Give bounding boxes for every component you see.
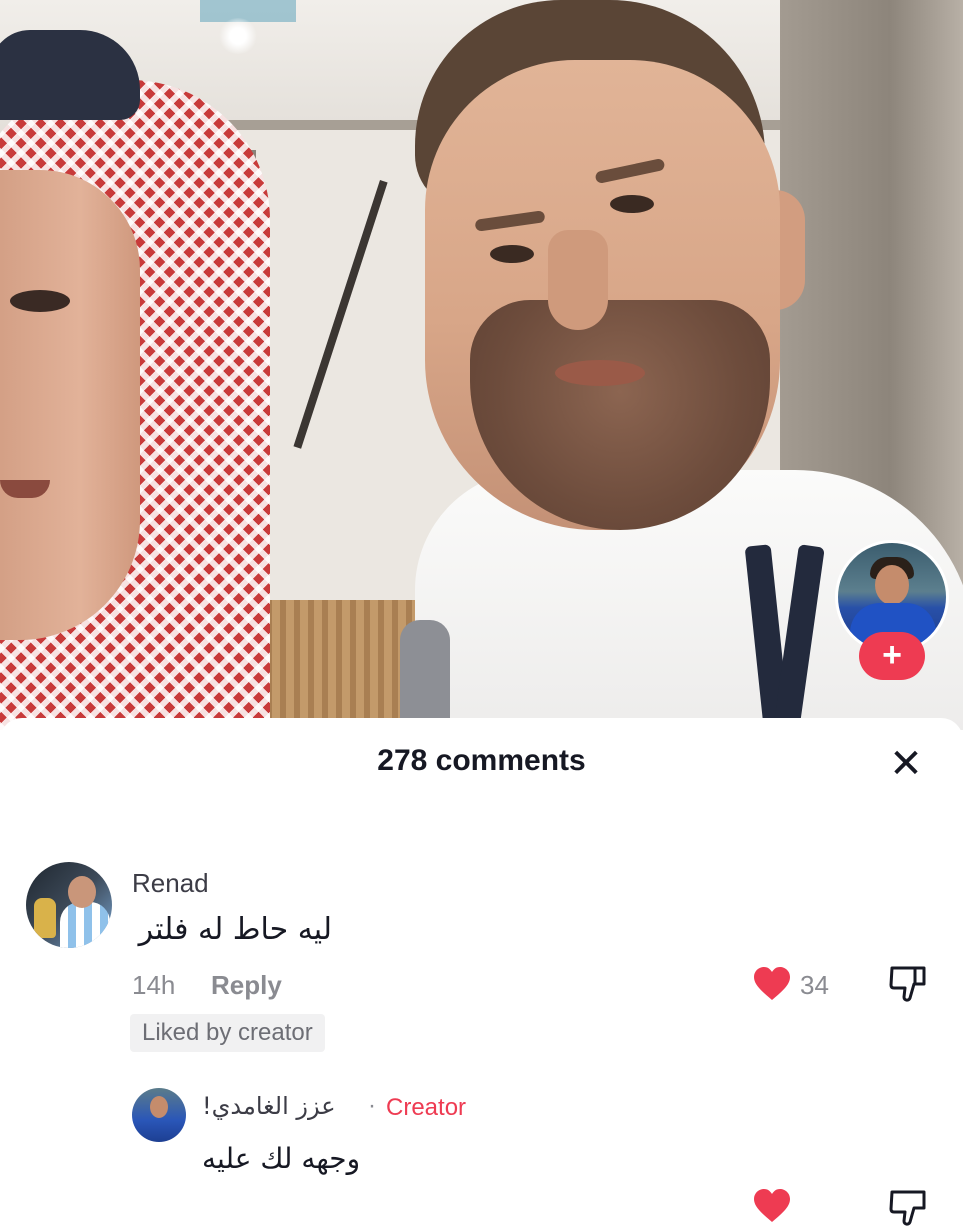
separator-dot: · [368, 1092, 376, 1119]
heart-icon [754, 967, 790, 1000]
like-count: 34 [800, 970, 829, 1000]
comments-count-title: 278 comments [377, 744, 586, 777]
ceiling-light [218, 18, 258, 54]
avatar-head [150, 1096, 168, 1118]
right-person-eye [610, 195, 654, 213]
right-person-eye [490, 245, 534, 263]
left-person-cap [0, 30, 140, 120]
left-person-face [0, 170, 140, 640]
heart-icon[interactable] [752, 1188, 792, 1224]
dislike-icon[interactable] [886, 962, 930, 1006]
avatar-head [875, 565, 909, 605]
reply-text: وجهه لك عليه [202, 1142, 361, 1175]
creator-tag: Creator [386, 1094, 467, 1121]
right-person-nose [548, 230, 608, 330]
avatar-shirt [60, 902, 110, 948]
comment-text: ليه حاط له فلتر [138, 912, 332, 947]
reply-button[interactable]: Reply [211, 970, 282, 1001]
bag-strap [400, 620, 450, 730]
comment-username[interactable]: Renad [132, 868, 209, 899]
ceiling-sign [200, 0, 296, 22]
comments-sheet: 278 comments ✕ Renad ليه حاط له فلتر 14h… [0, 718, 963, 1226]
avatar-head [68, 876, 96, 908]
reply-avatar[interactable] [132, 1088, 186, 1142]
reply-username[interactable]: عزز الغامدي! [202, 1092, 336, 1120]
right-person-mouth [555, 360, 645, 386]
trophy-icon [34, 898, 56, 938]
left-person-eye [10, 290, 70, 312]
follow-button[interactable]: + [859, 632, 925, 680]
commenter-avatar[interactable] [26, 862, 112, 948]
dislike-icon[interactable] [886, 1186, 930, 1230]
comment-time: 14h [132, 970, 176, 1000]
video-player[interactable]: + [0, 0, 963, 730]
liked-by-creator-badge: Liked by creator [130, 1014, 325, 1052]
close-icon[interactable]: ✕ [886, 744, 926, 784]
